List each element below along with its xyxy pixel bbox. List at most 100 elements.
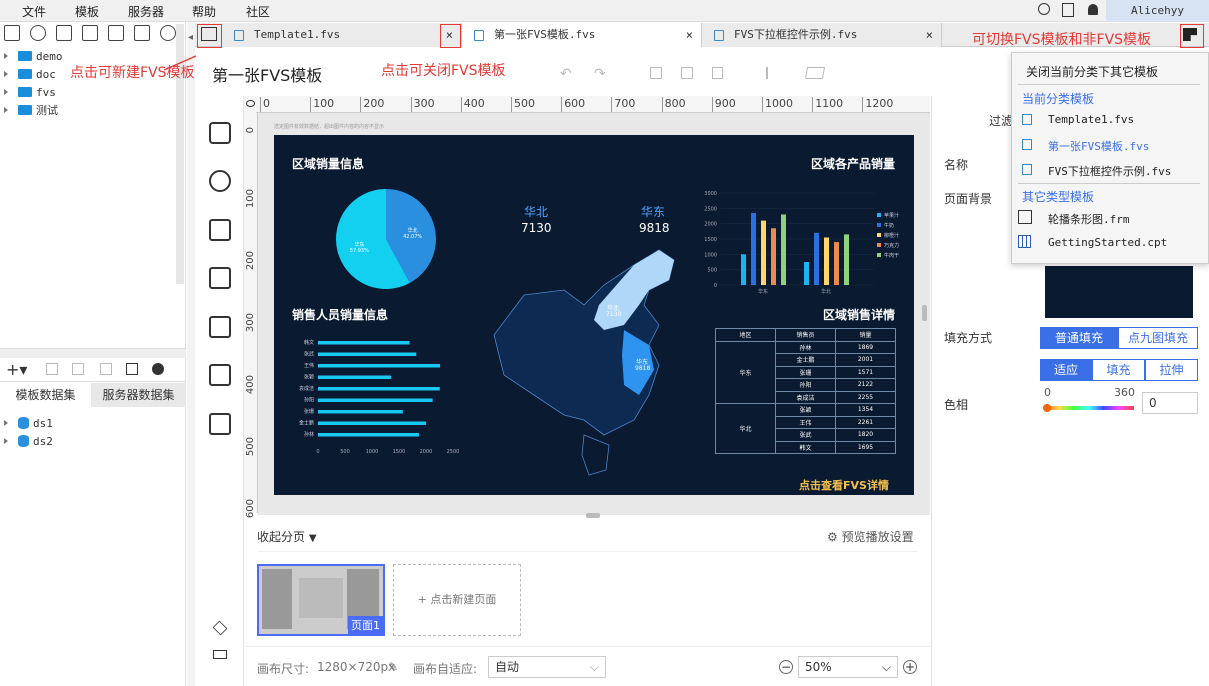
zoom-select[interactable]: 50% ⌵: [798, 656, 898, 678]
filter-tab[interactable]: 过滤: [989, 112, 1013, 129]
adapt-select[interactable]: 自动 ⌵: [488, 656, 606, 678]
fvs-file-icon: [1022, 139, 1032, 150]
preview-icon[interactable]: [100, 363, 112, 375]
align-icon[interactable]: [766, 67, 786, 79]
menu-server[interactable]: 服务器: [128, 3, 164, 20]
editor-title[interactable]: 第一张FVS模板: [212, 62, 322, 86]
hue-slider[interactable]: [1044, 406, 1134, 410]
text-icon[interactable]: [209, 219, 231, 241]
current-header: 当前分类模板: [1022, 92, 1095, 106]
layers-icon[interactable]: [212, 620, 228, 636]
search-icon[interactable]: [1038, 3, 1050, 15]
table-icon[interactable]: [126, 363, 138, 375]
fit-fill-button[interactable]: 填充: [1092, 359, 1145, 381]
inbox-icon[interactable]: [209, 316, 231, 338]
layer-order-icon[interactable]: [804, 67, 826, 79]
tab-template-dataset[interactable]: 模板数据集: [0, 383, 91, 407]
tree-item-demo[interactable]: demo: [4, 48, 63, 64]
list-icon[interactable]: [56, 25, 72, 41]
add-icon[interactable]: +▾: [6, 360, 27, 379]
edit-size-icon[interactable]: ✎: [388, 660, 398, 674]
zoom-out-icon[interactable]: −: [779, 660, 793, 674]
close-icon[interactable]: ×: [926, 23, 933, 47]
splitter[interactable]: [0, 348, 186, 358]
menu-template[interactable]: 模板: [75, 3, 99, 20]
dashboard-preview[interactable]: 区域销量信息 华北 42.07% 华东 57.93% 华北 7130 华东 9818 …: [274, 135, 914, 495]
fit-stretch-button[interactable]: 拉伸: [1145, 359, 1198, 381]
dataset-ds2[interactable]: ds2: [4, 433, 53, 449]
collapse-handle[interactable]: ◂: [187, 22, 195, 686]
copy-widget-icon[interactable]: [650, 67, 662, 79]
page-thumbnail-1[interactable]: 页面1: [257, 564, 385, 636]
popup-item-cpt[interactable]: GettingStarted.cpt: [1048, 236, 1167, 249]
hbar-6: [318, 410, 403, 414]
tree-item-doc[interactable]: doc: [4, 66, 56, 82]
legend-swatch: [877, 253, 881, 257]
popup-item-template1[interactable]: Template1.fvs: [1048, 113, 1134, 126]
copy-icon[interactable]: [134, 25, 150, 41]
ruler-v-label: 100: [245, 189, 256, 209]
redo-icon[interactable]: ↷: [594, 66, 606, 82]
bg-preview[interactable]: [1045, 266, 1193, 318]
table-region: 华北: [715, 403, 776, 454]
hue-slider-handle[interactable]: [1043, 404, 1051, 412]
legend-label: 苹果汁: [884, 212, 899, 219]
name-label: 名称: [944, 158, 969, 172]
sales-table: 地区 销售员 销量 华东 孙林 1869 金士鹏 2001 张珊 1571 孙阳 2122 袁成洁 225…: [715, 328, 896, 454]
new-page-button[interactable]: + 点击新建页面: [393, 564, 521, 636]
collapse-pages[interactable]: 收起分页 ▼: [257, 528, 317, 545]
keyboard-icon[interactable]: [213, 650, 227, 659]
scroll-handle-v[interactable]: [922, 305, 927, 321]
fill-normal-button[interactable]: 普通填充: [1040, 327, 1118, 349]
popup-item-frm[interactable]: 轮播条形图.frm: [1048, 211, 1130, 227]
tab-template1[interactable]: Template1.fvs ×: [222, 23, 462, 47]
zoom-in-icon[interactable]: +: [903, 660, 917, 674]
cube-icon[interactable]: [209, 122, 231, 144]
undo-icon[interactable]: ↶: [560, 66, 572, 82]
close-icon[interactable]: ×: [686, 23, 693, 47]
locate-icon[interactable]: [160, 25, 176, 41]
ruler-h-label: 1000: [762, 97, 793, 112]
pie-label-pct: 57.93%: [350, 248, 369, 254]
tree-item-fvs[interactable]: fvs: [4, 84, 56, 100]
pie-title: 区域销量信息: [292, 157, 365, 171]
hue-input[interactable]: 0: [1142, 392, 1198, 414]
eye-icon[interactable]: [244, 96, 256, 113]
user-name[interactable]: Alicehyy: [1106, 0, 1209, 22]
paste-widget-icon[interactable]: [681, 67, 693, 79]
ruler-h-label: 700: [611, 97, 635, 112]
menu-file[interactable]: 文件: [22, 3, 46, 20]
tree-item-test[interactable]: 测试: [4, 102, 58, 118]
hbar-xtick: 1500: [393, 449, 406, 455]
new-file-icon[interactable]: [4, 25, 20, 41]
database-icon[interactable]: [152, 363, 164, 375]
grid-icon[interactable]: [82, 25, 98, 41]
hbar-name: 张武: [304, 351, 314, 358]
refresh-icon[interactable]: [30, 25, 46, 41]
tab-dropdown-fvs[interactable]: FVS下拉框控件示例.fvs ×: [702, 23, 942, 47]
preview-settings[interactable]: ⚙ 预览播放设置: [827, 528, 914, 545]
table-widget-icon[interactable]: [209, 364, 231, 386]
bell-icon[interactable]: [1088, 4, 1098, 15]
edit-icon[interactable]: [46, 363, 58, 375]
video-icon[interactable]: [209, 267, 231, 289]
detail-link[interactable]: 点击查看FVS详情: [799, 477, 889, 493]
popup-item-first-fvs[interactable]: 第一张FVS模板.fvs: [1048, 138, 1149, 154]
hbar-3: [318, 375, 392, 379]
popup-item-dropdown-fvs[interactable]: FVS下拉框控件示例.fvs: [1048, 163, 1171, 179]
close-others-item[interactable]: 关闭当前分类下其它模板: [1026, 63, 1158, 80]
fit-adapt-button[interactable]: 适应: [1040, 359, 1092, 381]
pie-chart-icon[interactable]: [209, 170, 231, 192]
template-switch-menu: 关闭当前分类下其它模板 当前分类模板 Template1.fvs 第一张FVS模…: [1011, 52, 1209, 264]
delete-icon[interactable]: [108, 25, 124, 41]
tab-first-fvs[interactable]: 第一张FVS模板.fvs ×: [462, 23, 702, 47]
archive-icon[interactable]: [209, 413, 231, 435]
menu-help[interactable]: 帮助: [192, 3, 216, 20]
menu-community[interactable]: 社区: [246, 3, 270, 20]
trash-icon[interactable]: [72, 363, 84, 375]
fill-ninepatch-button[interactable]: 点九图填充: [1118, 327, 1198, 349]
tab-server-dataset[interactable]: 服务器数据集: [91, 383, 186, 407]
delete-widget-icon[interactable]: [712, 67, 723, 79]
dataset-ds1[interactable]: ds1: [4, 415, 53, 431]
notes-icon[interactable]: [1062, 3, 1074, 17]
